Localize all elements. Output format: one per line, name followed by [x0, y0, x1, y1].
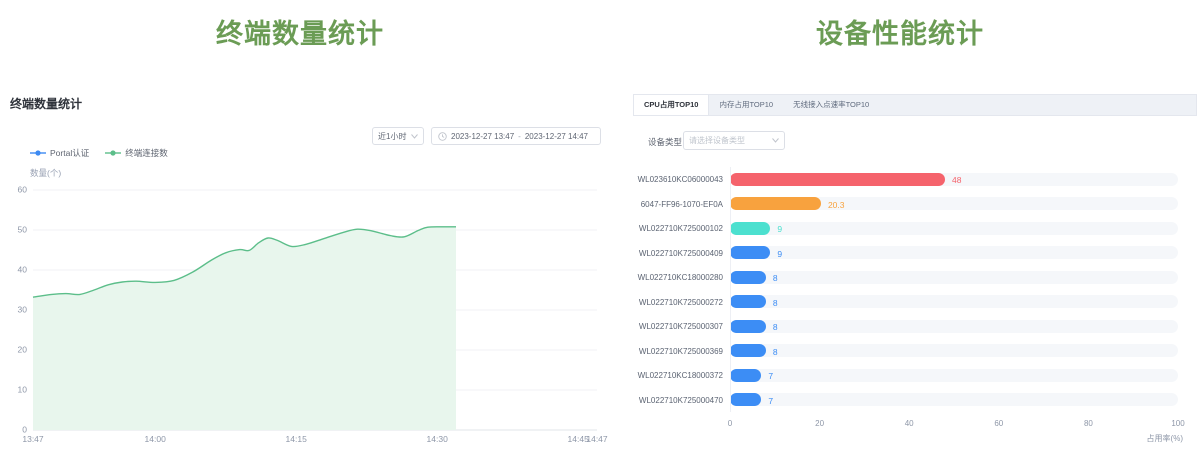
- bar: [730, 320, 766, 333]
- x-tick-label: 14:30: [427, 434, 449, 444]
- bar: [730, 344, 766, 357]
- x-tick-label: 14:15: [286, 434, 308, 444]
- x-tick-label: 100: [1171, 419, 1184, 428]
- device-type-placeholder: 请选择设备类型: [689, 135, 745, 146]
- chevron-down-icon: [411, 134, 418, 139]
- tab-2[interactable]: 无线接入点速率TOP10: [783, 95, 879, 115]
- x-axis-name: 占用率(%): [1147, 433, 1183, 444]
- device-label: WL022710K725000102: [633, 224, 723, 233]
- legend-item[interactable]: Portal认证: [30, 147, 89, 159]
- bar-value: 20.3: [828, 200, 845, 210]
- x-tick-label: 14:00: [145, 434, 167, 444]
- x-tick-label: 20: [815, 419, 824, 428]
- bar-row: WL022710KC18000372 7: [633, 363, 1200, 388]
- tab-1[interactable]: 内存占用TOP10: [709, 95, 783, 115]
- bar-value: 7: [768, 396, 773, 406]
- device-type-label: 设备类型: [648, 136, 682, 148]
- terminal-count-chart: 010203040506013:4714:0014:1514:3014:4514…: [0, 182, 612, 450]
- bar-row: WL022710K725000470 7: [633, 388, 1200, 413]
- bar-track: [730, 271, 1178, 284]
- bar: [730, 271, 766, 284]
- bar: [730, 173, 945, 186]
- bar-value: 9: [777, 224, 782, 234]
- clock-icon: [438, 132, 447, 141]
- bar-row: WL022710KC18000280 8: [633, 265, 1200, 290]
- bar-row: WL023610KC06000043 48: [633, 167, 1200, 192]
- line-chart-legend: Portal认证 终端连接数: [30, 147, 168, 159]
- date-range-start: 2023-12-27 13:47: [451, 132, 514, 141]
- bar: [730, 295, 766, 308]
- x-tick-label: 40: [905, 419, 914, 428]
- y-tick-label: 30: [18, 305, 28, 315]
- bar-track: [730, 246, 1178, 259]
- terminal-panel-title: 终端数量统计: [10, 95, 82, 112]
- y-tick-label: 0: [22, 425, 27, 435]
- performance-tabs: CPU占用TOP10内存占用TOP10无线接入点速率TOP10: [633, 94, 1197, 116]
- bar-track: [730, 222, 1178, 235]
- device-label: WL022710K725000272: [633, 298, 723, 307]
- bar: [730, 246, 770, 259]
- x-tick-label: 14:47: [586, 434, 608, 444]
- bar-value: 9: [777, 249, 782, 259]
- bar-value: 8: [773, 347, 778, 357]
- bar: [730, 222, 770, 235]
- bar: [730, 393, 761, 406]
- bar-value: 8: [773, 322, 778, 332]
- right-section-title: 设备性能统计: [600, 12, 1200, 51]
- y-tick-label: 10: [18, 385, 28, 395]
- legend-marker-icon: [30, 149, 46, 157]
- device-label: 6047-FF96-1070-EF0A: [633, 200, 723, 209]
- tab-0[interactable]: CPU占用TOP10: [634, 95, 709, 115]
- bar-row: WL022710K725000272 8: [633, 290, 1200, 315]
- y-tick-label: 60: [18, 185, 28, 195]
- device-label: WL022710KC18000280: [633, 273, 723, 282]
- device-label: WL022710KC18000372: [633, 371, 723, 380]
- x-tick-label: 60: [994, 419, 1003, 428]
- x-tick-label: 0: [728, 419, 732, 428]
- bar: [730, 197, 821, 210]
- device-label: WL023610KC06000043: [633, 175, 723, 184]
- left-section-title: 终端数量统计: [0, 12, 600, 51]
- bar-row: 6047-FF96-1070-EF0A 20.3: [633, 192, 1200, 217]
- bar-row: WL022710K725000369 8: [633, 339, 1200, 364]
- device-label: WL022710K725000470: [633, 396, 723, 405]
- time-range-select[interactable]: 近1小时: [372, 127, 424, 145]
- device-label: WL022710K725000409: [633, 249, 723, 258]
- date-range-picker[interactable]: 2023-12-27 13:47 - 2023-12-27 14:47: [431, 127, 601, 145]
- bar-track: [730, 393, 1178, 406]
- series-area: [33, 227, 456, 430]
- y-tick-label: 40: [18, 265, 28, 275]
- bar: [730, 369, 761, 382]
- bar-row: WL022710K725000102 9: [633, 216, 1200, 241]
- bar-value: 8: [773, 273, 778, 283]
- y-tick-label: 20: [18, 345, 28, 355]
- bar-axis-line: [730, 167, 731, 412]
- time-range-value: 近1小时: [378, 131, 406, 142]
- x-tick-label: 13:47: [22, 434, 44, 444]
- device-label: WL022710K725000369: [633, 347, 723, 356]
- bar-value: 48: [952, 175, 961, 185]
- legend-item[interactable]: 终端连接数: [105, 147, 168, 159]
- bar-row: WL022710K725000409 9: [633, 241, 1200, 266]
- bar-row: WL022710K725000307 8: [633, 314, 1200, 339]
- bar-track: [730, 320, 1178, 333]
- bar-track: [730, 295, 1178, 308]
- bar-track: [730, 369, 1178, 382]
- dashboard: 终端数量统计 设备性能统计 终端数量统计 近1小时 2023-12-27 13:…: [0, 0, 1200, 456]
- device-type-select[interactable]: 请选择设备类型: [683, 131, 785, 150]
- bar-value: 7: [768, 371, 773, 381]
- cpu-top10-chart: WL023610KC06000043 48 6047-FF96-1070-EF0A 2…: [633, 167, 1200, 452]
- date-range-separator: -: [518, 132, 521, 141]
- chevron-down-icon: [772, 138, 779, 143]
- legend-marker-icon: [105, 149, 121, 157]
- device-label: WL022710K725000307: [633, 322, 723, 331]
- date-range-end: 2023-12-27 14:47: [525, 132, 588, 141]
- x-tick-label: 80: [1084, 419, 1093, 428]
- y-tick-label: 50: [18, 225, 28, 235]
- bar-track: [730, 344, 1178, 357]
- bar-value: 8: [773, 298, 778, 308]
- y-axis-name: 数量(个): [30, 167, 61, 179]
